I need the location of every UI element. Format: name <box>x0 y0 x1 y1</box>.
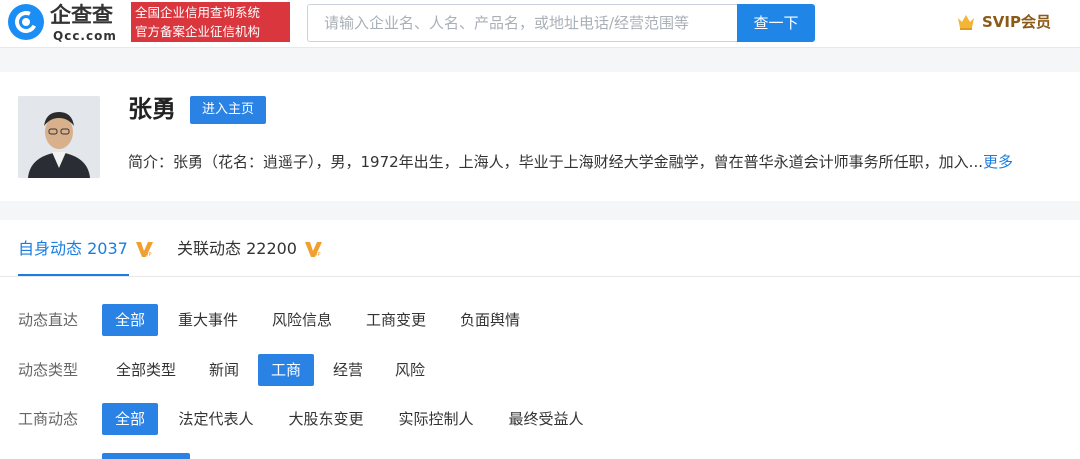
filter-option-risk[interactable]: 风险 <box>384 354 436 386</box>
search-input[interactable]: 请输入企业名、人名、产品名，或地址电话/经营范围等 <box>307 4 738 42</box>
filter-option-negative-sentiment[interactable]: 负面舆情 <box>448 304 532 336</box>
filter-label: 工商动态 <box>18 410 79 428</box>
more-link[interactable]: 更多 <box>983 153 1013 171</box>
svip-member-link[interactable]: SVIP会员 <box>956 10 1051 34</box>
intro-text: 简介：张勇（花名：逍遥子），男，1972年出生，上海人，毕业于上海财经大学金融学… <box>128 153 983 171</box>
filter-option-commerce[interactable]: 工商 <box>258 354 314 386</box>
filter-row-direct: 动态直达 全部 重大事件 风险信息 工商变更 负面舆情 <box>0 304 1080 336</box>
top-header: 企查查 Qcc.com 全国企业信用查询系统 官方备案企业征信机构 请输入企业名… <box>0 0 1080 48</box>
tab-related-dynamics[interactable]: 关联动态 22200 IP <box>177 238 324 260</box>
filter-option-actual-controller[interactable]: 实际控制人 <box>386 403 486 435</box>
qcc-logo-icon <box>8 4 44 40</box>
dynamics-panel: 自身动态 2037 IP 关联动态 22200 IP 动态直达 全部 重大事件 … <box>0 220 1080 459</box>
dynamics-tabs: 自身动态 2037 IP 关联动态 22200 IP <box>0 220 1080 277</box>
avatar <box>18 96 100 178</box>
enter-homepage-button[interactable]: 进入主页 <box>190 96 266 124</box>
qcc-logo[interactable]: 企查查 Qcc.com <box>8 3 130 43</box>
tab-self-dynamics-label: 自身动态 2037 <box>18 239 128 258</box>
tagline-line-2: 官方备案企业征信机构 <box>135 24 261 39</box>
filter-option-major-events[interactable]: 重大事件 <box>166 304 250 336</box>
search-button[interactable]: 查一下 <box>737 4 815 42</box>
filter-option-business-changes[interactable]: 工商变更 <box>354 304 438 336</box>
cut-off-button[interactable] <box>102 453 190 459</box>
tagline-badge: 全国企业信用查询系统 官方备案企业征信机构 <box>131 2 290 42</box>
filter-option-legal-rep[interactable]: 法定代表人 <box>166 403 266 435</box>
vip-icon: IP <box>305 242 322 258</box>
filter-option-ultimate-beneficiary[interactable]: 最终受益人 <box>496 403 596 435</box>
tagline-line-1: 全国企业信用查询系统 <box>135 5 261 20</box>
svg-text:IP: IP <box>147 252 152 258</box>
tab-related-dynamics-label: 关联动态 22200 <box>177 239 297 258</box>
filter-label: 动态类型 <box>18 361 79 379</box>
filter-option-operation[interactable]: 经营 <box>322 354 374 386</box>
vip-icon: IP <box>135 242 153 258</box>
filter-option-all[interactable]: 全部 <box>102 403 158 435</box>
filter-option-all[interactable]: 全部 <box>102 304 158 336</box>
filter-row-type: 动态类型 全部类型 新闻 工商 经营 风险 <box>0 354 1080 386</box>
crown-icon <box>958 15 974 30</box>
tab-self-dynamics[interactable]: 自身动态 2037 IP <box>18 238 155 260</box>
filter-option-news[interactable]: 新闻 <box>198 354 250 386</box>
svip-label: SVIP会员 <box>982 13 1051 31</box>
active-tab-indicator <box>18 274 129 276</box>
filter-label: 动态直达 <box>18 311 79 329</box>
logo-text-cn: 企查查 <box>50 3 113 27</box>
person-intro: 简介：张勇（花名：逍遥子），男，1972年出生，上海人，毕业于上海财经大学金融学… <box>128 151 1080 173</box>
logo-text-en: Qcc.com <box>53 29 117 43</box>
filter-option-risk-info[interactable]: 风险信息 <box>260 304 344 336</box>
person-profile-card: 张勇 进入主页 简介：张勇（花名：逍遥子），男，1972年出生，上海人，毕业于上… <box>0 72 1080 201</box>
filter-option-major-shareholder[interactable]: 大股东变更 <box>276 403 376 435</box>
filter-row-commerce: 工商动态 全部 法定代表人 大股东变更 实际控制人 最终受益人 <box>0 403 1080 435</box>
filter-option-all-types[interactable]: 全部类型 <box>102 354 190 386</box>
svg-text:IP: IP <box>316 252 321 258</box>
person-name: 张勇 <box>128 95 176 123</box>
